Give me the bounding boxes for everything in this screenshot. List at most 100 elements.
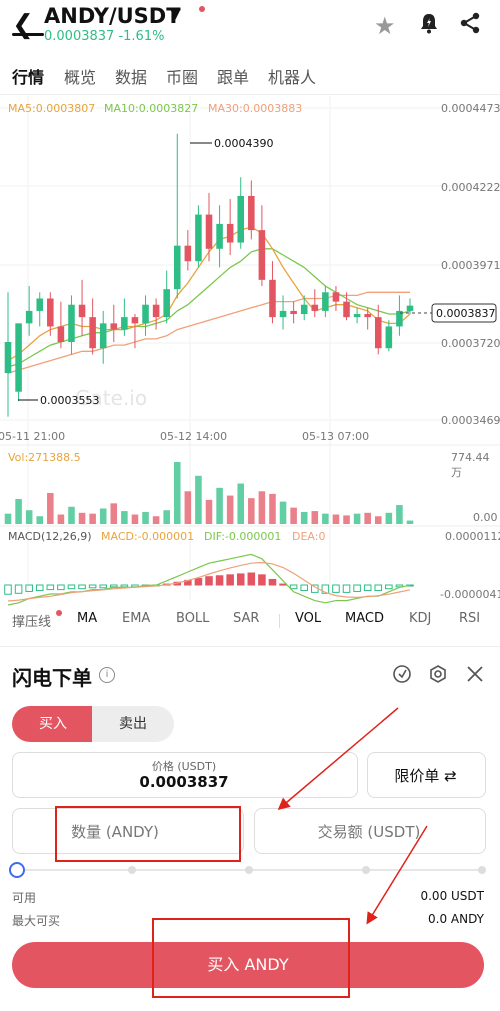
- volume-bar: [195, 475, 202, 524]
- candle-body: [300, 304, 308, 315]
- settings-icon[interactable]: [428, 664, 448, 684]
- candle-body: [68, 304, 75, 342]
- candle-body: [57, 326, 65, 342]
- max-buy-label: 最大可买: [12, 914, 61, 928]
- indicator-macd[interactable]: MACD: [345, 611, 384, 626]
- candlestick-chart[interactable]: Gate.io 0.0004390 0.0003553 0.0003837: [0, 96, 500, 636]
- calculator-icon[interactable]: [392, 664, 412, 684]
- chart-grid: [0, 96, 500, 600]
- amount-placeholder[interactable]: 交易额 (USDT): [254, 821, 484, 842]
- ma30-legend: MA30:0.0003883: [208, 102, 303, 115]
- indicator-boll[interactable]: BOLL: [176, 611, 209, 626]
- candle-body: [99, 323, 107, 349]
- slider-step[interactable]: [478, 866, 486, 874]
- tab-community[interactable]: 币圈: [166, 64, 198, 88]
- price-field-value[interactable]: 0.0003837: [12, 773, 356, 791]
- star-icon[interactable]: ★: [374, 12, 396, 40]
- macd-bar: [258, 574, 266, 586]
- candle-body: [290, 310, 297, 315]
- slider-handle[interactable]: [9, 862, 25, 878]
- volume-bar: [343, 515, 350, 524]
- volume-bar: [68, 506, 75, 524]
- tab-overview[interactable]: 概览: [64, 64, 96, 88]
- indicator-ema[interactable]: EMA: [122, 611, 150, 626]
- volume-bar: [258, 491, 266, 524]
- order-type-label[interactable]: 限价单 ⇄: [367, 765, 484, 786]
- alarm-icon[interactable]: [418, 12, 440, 34]
- candle-body: [406, 305, 414, 311]
- macd-bar: [46, 584, 55, 591]
- info-icon[interactable]: i: [99, 667, 115, 683]
- volume-bar: [131, 514, 139, 524]
- pair-dropdown-icon[interactable]: ▼: [170, 6, 181, 22]
- pair-title[interactable]: ANDY/USDT: [44, 4, 181, 28]
- candle-body: [343, 301, 350, 318]
- indicator-ma[interactable]: MA: [77, 611, 97, 626]
- macd-bar: [25, 584, 33, 592]
- annotation-box-buy: [152, 918, 350, 998]
- tab-data[interactable]: 数据: [115, 64, 147, 88]
- indicator-kdj[interactable]: KDJ: [409, 611, 431, 626]
- volume-bar: [15, 499, 22, 524]
- candle-body: [248, 195, 255, 231]
- volume-bar: [173, 462, 181, 524]
- candle-body: [89, 317, 96, 349]
- swap-icon: ⇄: [444, 767, 457, 785]
- candle-body: [269, 279, 276, 318]
- annotation-box-quantity: [55, 806, 241, 862]
- volume-bar: [216, 487, 223, 524]
- candle-body: [15, 323, 22, 392]
- ma5-legend: MA5:0.0003807: [8, 102, 96, 115]
- indicator-divider: [279, 614, 280, 628]
- tab-bots[interactable]: 机器人: [268, 64, 316, 88]
- volume-bar: [89, 513, 96, 524]
- tab-market[interactable]: 行情: [12, 64, 44, 88]
- candle-body: [195, 214, 202, 262]
- macd-bar: [205, 576, 213, 586]
- macd-bar: [99, 584, 107, 589]
- macd-bar: [236, 573, 245, 586]
- indicator-vol[interactable]: VOL: [295, 611, 321, 626]
- indicator-sar[interactable]: SAR: [233, 611, 259, 626]
- candle-body: [322, 292, 329, 311]
- macd-bar: [279, 583, 287, 586]
- slider-step[interactable]: [362, 866, 370, 874]
- candle-body: [152, 304, 160, 318]
- last-price: 0.0003837: [44, 29, 115, 44]
- y-tick: 0.0004222: [441, 181, 500, 194]
- macd-bar: [226, 574, 234, 586]
- macd-bar: [14, 584, 23, 594]
- indicator-rsi[interactable]: RSI: [459, 611, 480, 626]
- candle-body: [311, 304, 319, 311]
- buy-tab[interactable]: 买入: [12, 706, 94, 742]
- macd-bar: [374, 584, 383, 592]
- close-icon[interactable]: [466, 665, 484, 683]
- volume-bar: [364, 512, 371, 524]
- candle-body: [163, 289, 170, 318]
- volume-bar: [36, 516, 44, 524]
- volume-bar: [142, 511, 149, 524]
- tab-copytrade[interactable]: 跟单: [217, 64, 249, 88]
- slider-step[interactable]: [245, 866, 253, 874]
- candle-body: [216, 223, 223, 249]
- volume-bar: [279, 501, 287, 524]
- candles: [4, 133, 414, 417]
- slider-step[interactable]: [128, 866, 136, 874]
- candle-body: [142, 304, 149, 324]
- panel-title: 闪电下单: [12, 666, 92, 690]
- sell-tab[interactable]: 卖出: [92, 706, 174, 742]
- tab-bar: 行情 概览 数据 币圈 跟单 机器人: [0, 58, 500, 95]
- volume-bar: [237, 483, 245, 524]
- volume-bar: [311, 511, 319, 524]
- macd-bar: [4, 584, 12, 595]
- volume-bar: [121, 511, 128, 524]
- x-tick: 05-12 14:00: [160, 430, 228, 443]
- share-icon[interactable]: [459, 12, 481, 34]
- indicator-bar: 撑压线 MA EMA BOLL SAR VOL MACD KDJ RSI: [0, 606, 500, 634]
- indicator-support-resistance[interactable]: 撑压线: [12, 611, 51, 630]
- candle-body: [226, 223, 234, 243]
- notification-dot: [199, 6, 205, 12]
- volume-bar: [110, 503, 118, 524]
- candle-body: [184, 245, 192, 262]
- macd-min-tick: -0.0000041: [440, 588, 500, 601]
